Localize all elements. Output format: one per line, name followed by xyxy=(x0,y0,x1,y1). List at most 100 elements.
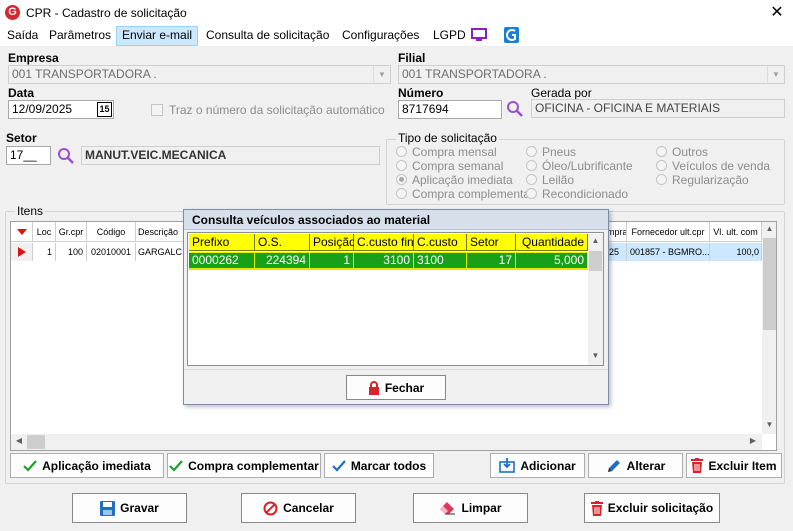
popup-vertical-scrollbar[interactable]: ▲ ▼ xyxy=(588,234,603,365)
aplicacao-imediata-button[interactable]: Aplicação imediata xyxy=(10,453,164,478)
calendar-icon[interactable]: 15 xyxy=(97,102,112,117)
popup-divider xyxy=(184,369,608,370)
popup-header-posicao[interactable]: Posição xyxy=(310,234,356,251)
menu-enviar-email[interactable]: Enviar e-mail xyxy=(116,26,199,46)
filial-label: Filial xyxy=(398,51,426,65)
filial-select[interactable]: 001 TRANSPORTADORA . ▼ xyxy=(398,65,785,84)
empresa-value: 001 TRANSPORTADORA . xyxy=(12,67,157,81)
grid-header-codigo[interactable]: Código xyxy=(87,222,136,242)
excluir-solicitacao-button[interactable]: Excluir solicitação xyxy=(584,493,720,523)
popup-header-prefixo[interactable]: Prefixo xyxy=(189,234,255,251)
search-icon[interactable] xyxy=(506,100,524,118)
radio-compra-complementar[interactable] xyxy=(396,188,407,199)
radio-recondicionado[interactable] xyxy=(526,188,537,199)
grid-header-compra[interactable]: mpra xyxy=(607,222,627,242)
limpar-button[interactable]: Limpar xyxy=(413,493,528,523)
cell-grcpr[interactable]: 100 xyxy=(56,243,87,261)
grid-header-grcpr[interactable]: Gr.cpr xyxy=(56,222,87,242)
popup-grid[interactable]: Prefixo O.S. Posição C.custo fin. C.cust… xyxy=(187,232,604,366)
marcar-todos-button[interactable]: Marcar todos xyxy=(324,453,434,478)
grid-header-fornecedor[interactable]: Fornecedor ult.cpr xyxy=(627,222,710,242)
gravar-label: Gravar xyxy=(120,501,159,515)
scroll-left-icon[interactable]: ◀ xyxy=(13,436,25,448)
radio-compra-semanal-label: Compra semanal xyxy=(412,159,504,173)
auto-number-checkbox[interactable] xyxy=(151,104,163,116)
popup-cell-ccusto[interactable]: 3100 xyxy=(414,252,467,270)
fechar-button[interactable]: Fechar xyxy=(346,375,446,400)
search-icon[interactable] xyxy=(57,147,75,165)
radio-aplicacao-imediata-label: Aplicação imediata xyxy=(412,173,513,187)
row-indicator[interactable] xyxy=(11,243,33,261)
empresa-select[interactable]: 001 TRANSPORTADORA . ▼ xyxy=(8,65,391,84)
popup-header-os[interactable]: O.S. xyxy=(255,234,310,251)
menu-consulta[interactable]: Consulta de solicitação xyxy=(201,26,334,46)
menu-parametros[interactable]: Parâmetros xyxy=(44,26,116,46)
adicionar-button[interactable]: Adicionar xyxy=(490,453,585,478)
close-window-button[interactable]: ✕ xyxy=(766,3,788,23)
gravar-button[interactable]: Gravar xyxy=(72,493,187,523)
radio-regularizacao[interactable] xyxy=(656,174,667,185)
grid-header-vl-ult[interactable]: Vl. ult. com xyxy=(710,222,762,242)
numero-input[interactable]: 8717694 xyxy=(398,100,502,119)
scroll-thumb-horizontal[interactable] xyxy=(27,435,45,449)
chevron-down-icon[interactable]: ▼ xyxy=(767,66,784,83)
popup-cell-posicao[interactable]: 1 xyxy=(310,252,354,270)
monitor-icon[interactable] xyxy=(471,28,487,42)
app-shortcut-icon[interactable] xyxy=(504,27,519,43)
scroll-thumb[interactable] xyxy=(763,238,776,330)
radio-leilao[interactable] xyxy=(526,174,537,185)
cell-vl-ult[interactable]: 100,0 xyxy=(710,243,762,261)
radio-pneus[interactable] xyxy=(526,146,537,157)
scroll-down-icon[interactable]: ▼ xyxy=(588,351,603,363)
cell-compra[interactable]: 25 xyxy=(607,243,627,261)
popup-header-ccusto[interactable]: C.custo xyxy=(414,234,467,251)
menu-configuracoes[interactable]: Configurações xyxy=(337,26,424,46)
radio-compra-semanal[interactable] xyxy=(396,160,407,171)
cell-descricao[interactable]: GARGALC xyxy=(136,243,186,261)
scroll-down-icon[interactable]: ▼ xyxy=(762,420,776,432)
checkmark-icon xyxy=(23,459,37,472)
radio-recondicionado-label: Recondicionado xyxy=(542,187,629,201)
scroll-up-icon[interactable]: ▲ xyxy=(588,236,603,248)
popup-cell-setor[interactable]: 17 xyxy=(467,252,516,270)
radio-oleo[interactable] xyxy=(526,160,537,171)
popup-header-ccusto-fin[interactable]: C.custo fin. xyxy=(354,234,417,251)
scroll-up-icon[interactable]: ▲ xyxy=(762,224,776,236)
excluir-item-button[interactable]: Excluir Item xyxy=(686,453,782,478)
popup-title: Consulta veículos associados ao material xyxy=(184,210,608,230)
radio-veiculos-venda[interactable] xyxy=(656,160,667,171)
grid-header-descricao[interactable]: Descrição xyxy=(136,222,186,242)
grid-vertical-scrollbar[interactable]: ▲ ▼ xyxy=(762,222,776,434)
checkmark-icon xyxy=(332,459,346,472)
compra-complementar-button[interactable]: Compra complementar xyxy=(167,453,321,478)
popup-header-quantidade[interactable]: Quantidade xyxy=(516,234,588,251)
setor-label: Setor xyxy=(6,131,37,145)
cancelar-button[interactable]: Cancelar xyxy=(241,493,356,523)
popup-cell-os[interactable]: 224394 xyxy=(255,252,310,270)
menu-saida[interactable]: Saída xyxy=(2,26,43,46)
app-logo-icon: G xyxy=(5,5,20,20)
cell-fornecedor[interactable]: 001857 - BGMRO... xyxy=(627,243,710,261)
grid-header-loc[interactable]: Loc xyxy=(33,222,56,242)
popup-header-setor[interactable]: Setor xyxy=(467,234,516,251)
add-download-icon xyxy=(499,458,516,473)
scroll-right-icon[interactable]: ▶ xyxy=(747,436,759,448)
cell-codigo[interactable]: 02010001 xyxy=(87,243,136,261)
alterar-button[interactable]: Alterar xyxy=(588,453,683,478)
grid-corner[interactable] xyxy=(11,222,33,242)
chevron-down-icon[interactable]: ▼ xyxy=(373,66,390,83)
radio-aplicacao-imediata[interactable] xyxy=(396,174,407,185)
popup-cell-prefixo[interactable]: 0000262 xyxy=(189,252,255,270)
scroll-thumb[interactable] xyxy=(589,251,602,271)
menu-lgpd[interactable]: LGPD xyxy=(428,26,471,46)
popup-cell-quantidade[interactable]: 5,000 xyxy=(516,252,588,270)
data-input[interactable]: 12/09/2025 15 xyxy=(8,100,114,119)
radio-outros[interactable] xyxy=(656,146,667,157)
cell-loc[interactable]: 1 xyxy=(33,243,56,261)
popup-cell-ccusto-fin[interactable]: 3100 xyxy=(354,252,414,270)
setor-input[interactable]: 17__ xyxy=(6,146,51,165)
grid-horizontal-scrollbar[interactable]: ◀ ▶ xyxy=(11,434,762,450)
radio-compra-mensal[interactable] xyxy=(396,146,407,157)
trash-icon xyxy=(590,500,603,516)
radio-veiculos-venda-label: Veículos de venda xyxy=(672,159,771,173)
